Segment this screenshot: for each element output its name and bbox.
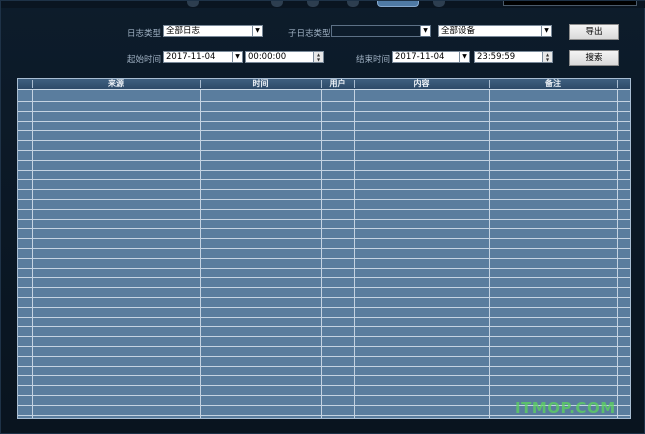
start-date-value: 2017-11-04 bbox=[166, 52, 216, 62]
chevron-down-icon[interactable]: ▼ bbox=[420, 26, 430, 36]
table-row[interactable] bbox=[18, 209, 630, 210]
sub-log-type-label: 子日志类型 bbox=[288, 29, 331, 39]
table-row[interactable] bbox=[18, 336, 630, 337]
table-row[interactable] bbox=[18, 395, 630, 396]
start-date-picker[interactable]: 2017-11-04 ▼ bbox=[163, 51, 243, 63]
table-row[interactable] bbox=[18, 287, 630, 288]
table-row[interactable] bbox=[18, 179, 630, 180]
nav-tab-partial[interactable] bbox=[433, 1, 445, 7]
table-row[interactable] bbox=[18, 160, 630, 161]
end-date-picker[interactable]: 2017-11-04 ▼ bbox=[392, 51, 470, 63]
end-time-value: 23:59:59 bbox=[477, 52, 516, 62]
table-row[interactable] bbox=[18, 130, 630, 131]
sub-log-type-select[interactable]: ▼ bbox=[331, 25, 431, 37]
start-time-spinner[interactable]: 00:00:00 ▲ ▼ bbox=[245, 51, 324, 63]
table-row[interactable] bbox=[18, 258, 630, 259]
table-row[interactable] bbox=[18, 238, 630, 239]
device-value: 全部设备 bbox=[441, 26, 476, 36]
nav-tab-selected[interactable] bbox=[377, 1, 419, 7]
top-nav-bar bbox=[1, 1, 645, 8]
table-row[interactable] bbox=[18, 189, 630, 190]
table-row[interactable] bbox=[18, 277, 630, 278]
table-row[interactable] bbox=[18, 326, 630, 327]
export-button[interactable]: 导出 bbox=[569, 24, 619, 40]
column-header-remark[interactable]: 备注 bbox=[489, 79, 617, 89]
nav-tab-partial[interactable] bbox=[347, 1, 359, 7]
log-type-label: 日志类型 bbox=[127, 29, 162, 39]
table-row[interactable] bbox=[18, 121, 630, 122]
nav-status-box bbox=[503, 1, 637, 6]
table-header: 来源 时间 用户 内容 备注 bbox=[18, 79, 630, 90]
column-header-time[interactable]: 时间 bbox=[200, 79, 321, 89]
column-header-user[interactable]: 用户 bbox=[321, 79, 354, 89]
end-time-label: 结束时间 bbox=[356, 55, 391, 65]
table-row[interactable] bbox=[18, 268, 630, 269]
table-row[interactable] bbox=[18, 346, 630, 347]
header-separator[interactable] bbox=[617, 80, 618, 88]
table-row[interactable] bbox=[18, 111, 630, 112]
table-row[interactable] bbox=[18, 317, 630, 318]
table-row[interactable] bbox=[18, 366, 630, 367]
table-row[interactable] bbox=[18, 356, 630, 357]
chevron-down-icon[interactable]: ▼ bbox=[459, 52, 469, 62]
table-row[interactable] bbox=[18, 199, 630, 200]
nav-tab-partial[interactable] bbox=[271, 1, 283, 7]
log-type-select[interactable]: 全部日志 ▼ bbox=[163, 25, 263, 37]
end-date-value: 2017-11-04 bbox=[395, 52, 445, 62]
column-header-content[interactable]: 内容 bbox=[354, 79, 489, 89]
device-select[interactable]: 全部设备 ▼ bbox=[438, 25, 552, 37]
table-row[interactable] bbox=[18, 375, 630, 376]
table-row[interactable] bbox=[18, 219, 630, 220]
chevron-down-icon[interactable]: ▼ bbox=[232, 52, 242, 62]
watermark: ITMOP.COM bbox=[515, 399, 616, 417]
search-button[interactable]: 搜索 bbox=[569, 50, 619, 66]
table-row[interactable] bbox=[18, 150, 630, 151]
nav-tab-partial[interactable] bbox=[307, 1, 319, 7]
table-row[interactable] bbox=[18, 385, 630, 386]
log-query-window: 日志类型 全部日志 ▼ 子日志类型 ▼ 全部设备 ▼ 导出 起始时间 2017-… bbox=[0, 0, 645, 434]
table-row[interactable] bbox=[18, 228, 630, 229]
start-time-label: 起始时间 bbox=[127, 55, 162, 65]
start-time-value: 00:00:00 bbox=[248, 52, 287, 62]
log-type-value: 全部日志 bbox=[166, 26, 201, 36]
spinner-arrows-icon[interactable]: ▲ ▼ bbox=[313, 52, 323, 62]
table-row[interactable] bbox=[18, 307, 630, 308]
chevron-down-icon[interactable]: ▼ bbox=[541, 26, 551, 36]
column-header-source[interactable]: 来源 bbox=[32, 79, 200, 89]
table-row[interactable] bbox=[18, 140, 630, 141]
nav-tab-partial[interactable] bbox=[187, 1, 199, 7]
end-time-spinner[interactable]: 23:59:59 ▲ ▼ bbox=[474, 51, 553, 63]
table-row[interactable] bbox=[18, 101, 630, 102]
table-row[interactable] bbox=[18, 248, 630, 249]
table-row[interactable] bbox=[18, 297, 630, 298]
chevron-down-icon[interactable]: ▼ bbox=[252, 26, 262, 36]
log-table[interactable]: 来源 时间 用户 内容 备注 bbox=[17, 78, 631, 419]
spinner-arrows-icon[interactable]: ▲ ▼ bbox=[542, 52, 552, 62]
table-row[interactable] bbox=[18, 170, 630, 171]
